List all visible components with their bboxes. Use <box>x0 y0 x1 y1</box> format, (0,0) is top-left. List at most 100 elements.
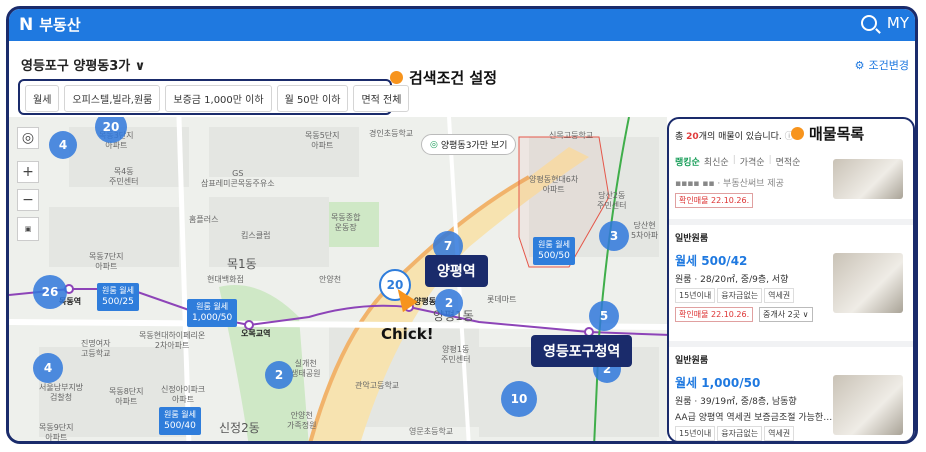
listing-count: 총 20개의 매물이 있습니다. ⓘ <box>675 129 794 142</box>
listing-photo <box>833 253 903 313</box>
top-right: MY <box>860 14 909 32</box>
price-marker-value: 500/50 <box>538 251 570 262</box>
tools-icon[interactable]: ▣ <box>17 217 39 241</box>
item-note: AA급 양평역 역세권 보증금조절 가능한… <box>675 413 833 423</box>
locate-icon[interactable]: ◎ <box>17 127 39 149</box>
chip-property-type[interactable]: 오피스텔,빌라,원룸 <box>64 85 161 112</box>
map-cluster[interactable]: 2 <box>435 289 463 317</box>
filter-change-label: 조건변경 <box>868 59 909 72</box>
tag: 15년이내 <box>675 288 716 303</box>
map-cluster[interactable]: 10 <box>501 381 537 417</box>
search-icon[interactable] <box>860 15 877 31</box>
sliders-icon: ⚙ <box>854 58 865 72</box>
tab-price[interactable]: 가격순 <box>740 155 765 168</box>
tag: 15년이내 <box>675 426 716 441</box>
agents-dropdown[interactable]: 중개사 2곳 ∨ <box>759 307 813 322</box>
listing-photo <box>833 375 903 435</box>
place-label: 당산현 5차아파 <box>631 221 659 240</box>
chip-monthly[interactable]: 월 50만 이하 <box>276 85 349 112</box>
price-marker-value: 500/25 <box>102 297 134 308</box>
price-marker[interactable]: 원룸 월세 500/50 <box>533 237 575 265</box>
callout-dot-icon <box>791 127 804 140</box>
place-label: 목4동 주민센터 <box>109 167 139 186</box>
price-marker[interactable]: 원룸 월세 500/40 <box>159 407 201 435</box>
area-only-toggle[interactable]: ◎ 양평동3가만 보기 <box>421 134 517 155</box>
chip-deposit[interactable]: 보증금 1,000만 이하 <box>165 85 272 112</box>
map-cluster[interactable]: 4 <box>49 131 77 159</box>
list-item[interactable]: 일반원룸 월세 500/42 원룸 · 28/20㎡, 중/9층, 서향 15년… <box>675 231 907 341</box>
place-label: 양평동현대6차 아파트 <box>529 175 579 194</box>
count-prefix: 총 <box>675 132 684 142</box>
list-item[interactable]: ▪▪▪▪ ▪▪ · 부동산써브 제공 확인매물 22.10.26. <box>675 159 907 223</box>
list-item[interactable]: 일반원룸 월세 1,000/50 원룸 · 39/19㎡, 중/8층, 남동향 … <box>675 353 907 441</box>
place-label: 양평1동 주민센터 <box>441 345 471 364</box>
listing-panel: 총 20개의 매물이 있습니다. ⓘ 매물목록 랭킹순 최신순 | 가격순 | 면적… <box>667 117 915 441</box>
place-label: 롯데마트 <box>487 295 517 304</box>
map-cluster[interactable]: 5 <box>589 301 619 331</box>
place-label: 서울남부지방 검찰청 <box>39 383 84 402</box>
tag: 융자금없는 <box>717 426 763 441</box>
logo[interactable]: N 부동산 <box>19 14 81 35</box>
callout-search-text: 검색조건 설정 <box>409 69 498 87</box>
tag: 역세권 <box>764 288 795 303</box>
place-label: 영문초등학교 <box>409 427 454 436</box>
map-cluster[interactable]: 2 <box>265 361 293 389</box>
map-controls: ◎ + − ▣ <box>17 127 39 241</box>
place-label: 신목고등학교 <box>549 131 594 140</box>
callout-listing: 매물목록 <box>791 123 864 144</box>
place-label: 신정아이파크 아파트 <box>161 385 206 404</box>
divider <box>669 219 913 225</box>
price-marker[interactable]: 원룸 월세 500/25 <box>97 283 139 311</box>
map-cluster[interactable]: 4 <box>33 353 63 383</box>
tag: 역세권 <box>764 426 795 441</box>
callout-dot-icon <box>390 71 403 84</box>
callout-search-conditions: 검색조건 설정 <box>390 67 497 88</box>
chip-area[interactable]: 면적 전체 <box>353 85 410 112</box>
confirmed-badge: 확인매물 22.10.26. <box>675 193 754 208</box>
map-cluster[interactable]: 3 <box>599 221 629 251</box>
zoom-out-icon[interactable]: − <box>17 189 39 211</box>
price-marker-type: 원룸 월세 <box>538 240 570 249</box>
tab-latest[interactable]: 최신순 <box>704 155 729 168</box>
place-label: 목동5단지 아파트 <box>305 131 340 150</box>
callout-station-yangpyeong: 양평역 <box>425 255 488 287</box>
divider <box>669 341 913 347</box>
sort-tabs: 랭킹순 최신순 | 가격순 | 면적순 <box>675 155 801 168</box>
price-marker-value: 500/40 <box>164 421 196 432</box>
place-label: 목1동 <box>227 257 257 271</box>
price-marker-value: 1,000/50 <box>192 313 233 324</box>
place-label: 목동7단지 아파트 <box>89 252 124 271</box>
filter-chips: 월세 오피스텔,빌라,원룸 보증금 1,000만 이하 월 50만 이하 면적 … <box>25 85 410 112</box>
zoom-in-icon[interactable]: + <box>17 161 39 183</box>
confirmed-badge: 확인매물 22.10.26. <box>675 307 754 322</box>
place-label: 현대백화점 <box>207 275 244 284</box>
tab-area[interactable]: 면적순 <box>776 155 801 168</box>
tag: 융자금없는 <box>717 288 763 303</box>
price-marker[interactable]: 원룸 월세 1,000/50 <box>187 299 238 327</box>
click-annotation: Chick! <box>381 325 434 343</box>
tab-ranking[interactable]: 랭킹순 <box>675 155 700 168</box>
callout-station-ydp-gucheong: 영등포구청역 <box>531 335 633 367</box>
chip-rent-type[interactable]: 월세 <box>25 85 60 112</box>
section-title: 일반원룸 <box>675 356 709 366</box>
price-marker-type: 원룸 월세 <box>102 286 134 295</box>
place-label: 관악고등학교 <box>355 381 400 390</box>
place-label: 킴스클럽 <box>241 231 271 240</box>
map-cluster[interactable]: 26 <box>33 275 67 309</box>
price-marker-type: 원룸 월세 <box>164 410 196 419</box>
filter-change-button[interactable]: ⚙ 조건변경 <box>855 57 909 73</box>
place-label: 목동종합 운동장 <box>331 213 361 232</box>
map-view[interactable]: 목동3단지 아파트 목동5단지 아파트 경인초등학교 신목고등학교 목4동 주민… <box>9 117 667 442</box>
my-link[interactable]: MY <box>887 14 909 32</box>
place-label: 진명여자 고등학교 <box>81 339 111 358</box>
place-label: 목동8단지 아파트 <box>109 387 144 406</box>
place-label: 안양천 <box>319 275 342 284</box>
place-label: GS 삼표레미콘목동주유소 <box>201 169 275 188</box>
location-selector[interactable]: 영등포구 양평동3가 ∨ <box>21 55 145 74</box>
price-marker-type: 원룸 월세 <box>196 302 229 311</box>
place-label: 목동9단지 아파트 <box>39 423 74 442</box>
count-number: 20 <box>686 132 699 142</box>
location-pin-icon: ◎ <box>430 139 438 150</box>
logo-title: 부동산 <box>39 16 81 34</box>
place-label: 오목교역 <box>241 329 271 338</box>
